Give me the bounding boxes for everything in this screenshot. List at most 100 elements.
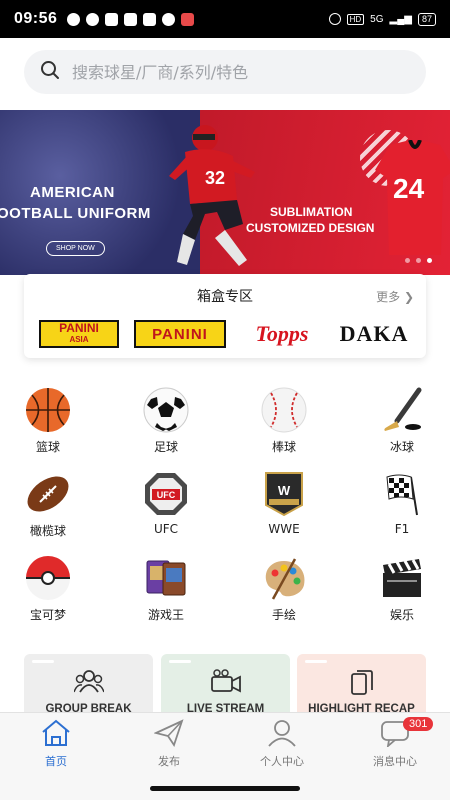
category-f1[interactable]: F1 [367, 471, 437, 536]
tab-label: 消息中心 [373, 755, 417, 768]
wifi-icon: ▂▄▆ [389, 13, 412, 25]
carousel-dot[interactable] [416, 258, 421, 263]
box-section-title: 箱盒专区 [197, 289, 253, 305]
location-icon [86, 12, 100, 26]
status-bar: 09:56 HD 5G ▂▄▆ 87 [0, 0, 450, 38]
status-time: 09:56 [14, 10, 58, 27]
category-label: 棒球 [271, 440, 296, 454]
soccer-ball-icon [143, 387, 189, 433]
shop-now-button[interactable]: SHOP NOW [46, 241, 105, 256]
category-american-football[interactable]: 橄榄球 [13, 471, 83, 539]
wwe-logo-icon: W [261, 471, 307, 517]
checkered-flag-icon [379, 471, 425, 517]
clapperboard-icon [379, 555, 425, 601]
brand-topps[interactable]: Topps [252, 320, 312, 348]
brand-panini[interactable]: PANINI [134, 320, 226, 348]
trading-cards-icon [143, 555, 189, 601]
image-icon [124, 12, 138, 26]
category-label: 娱乐 [389, 608, 414, 622]
category-label: 游戏王 [147, 608, 184, 622]
category-hockey[interactable]: 冰球 [367, 387, 437, 455]
cards-icon [297, 668, 426, 700]
brand-name: Topps [255, 321, 309, 346]
hd-icon: HD [346, 13, 365, 25]
paint-palette-icon [261, 555, 307, 601]
message-icon [380, 721, 410, 751]
brand-daka[interactable]: DAKA [334, 320, 414, 348]
notification-icons [67, 12, 195, 26]
category-label: 足球 [153, 440, 178, 454]
brand-sub: ASIA [69, 335, 89, 344]
red-app-icon [181, 12, 195, 26]
category-entertainment[interactable]: 娱乐 [367, 555, 437, 623]
search-bar[interactable] [24, 50, 426, 94]
tab-profile[interactable]: 个人中心 [242, 719, 322, 769]
app-notification-icon [105, 12, 119, 26]
category-basketball[interactable]: 篮球 [13, 387, 83, 455]
category-label: 冰球 [389, 440, 414, 454]
carousel-indicator[interactable] [405, 258, 432, 263]
football-player-image: 32 [169, 125, 255, 266]
video-camera-icon [161, 668, 290, 700]
brand-panini-asia[interactable]: PANINI ASIA [39, 320, 119, 348]
tab-messages[interactable]: 301 消息中心 [355, 717, 435, 769]
brand-name: DAKA [339, 321, 409, 346]
box-section-card: 箱盒专区 更多 ❯ PANINI ASIA PANINI Topps DAKA [24, 274, 426, 358]
category-hand-drawn[interactable]: 手绘 [249, 555, 319, 623]
battery-indicator: 87 [417, 12, 436, 26]
home-icon [40, 719, 72, 751]
svg-text:UFC: UFC [157, 490, 176, 500]
svg-text:W: W [278, 483, 291, 498]
category-yugioh[interactable]: 游戏王 [131, 555, 201, 623]
banner-title-line1: AMERICAN [30, 184, 115, 201]
search-icon [40, 60, 60, 84]
group-icon [24, 668, 153, 700]
player-number: 32 [205, 168, 225, 188]
category-label: 手绘 [271, 608, 296, 622]
banner-subtitle-line2: CUSTOMIZED DESIGN [246, 221, 375, 235]
jersey-image: 24 [375, 140, 450, 255]
home-indicator[interactable] [150, 786, 300, 791]
banner-title-line2: OOTBALL UNIFORM [0, 205, 151, 222]
card-accent-bar [169, 660, 191, 663]
paper-plane-icon [153, 719, 184, 751]
category-soccer[interactable]: 足球 [131, 387, 201, 455]
more-link[interactable]: 更多 ❯ [376, 288, 414, 305]
brand-name: PANINI [59, 321, 99, 335]
pokeball-icon [25, 555, 71, 601]
hockey-stick-icon [379, 387, 425, 433]
signal-label: 5G [370, 13, 384, 25]
tab-publish[interactable]: 发布 [129, 719, 209, 769]
category-label: 宝可梦 [29, 608, 66, 622]
system-indicators: HD 5G ▂▄▆ 87 [328, 12, 436, 26]
baseball-icon [261, 387, 307, 433]
category-baseball[interactable]: 棒球 [249, 387, 319, 455]
ufc-octagon-icon: UFC [143, 471, 189, 517]
play-icon [143, 12, 157, 26]
banner-subtitle-line1: SUBLIMATION [270, 205, 353, 219]
app-badge-icon [162, 12, 176, 26]
carousel-dot-active[interactable] [427, 258, 432, 263]
category-label: 篮球 [35, 440, 60, 454]
category-label: WWE [268, 522, 300, 536]
card-accent-bar [32, 660, 54, 663]
user-icon [267, 720, 297, 751]
promo-banner[interactable]: AMERICAN OOTBALL UNIFORM SHOP NOW 32 24 … [0, 110, 450, 275]
brand-name: PANINI [152, 325, 208, 343]
category-pokemon[interactable]: 宝可梦 [13, 555, 83, 623]
category-label: 橄榄球 [29, 524, 66, 538]
alarm-icon [328, 13, 341, 25]
q-app-icon [67, 12, 81, 26]
category-ufc[interactable]: UFC UFC [131, 471, 201, 536]
tab-home[interactable]: 首页 [16, 719, 96, 769]
category-wwe[interactable]: W WWE [249, 471, 319, 536]
chevron-right-icon: ❯ [403, 290, 414, 304]
jersey-number: 24 [393, 173, 425, 204]
search-input[interactable] [72, 62, 392, 82]
american-football-icon [25, 471, 71, 517]
card-accent-bar [305, 660, 327, 663]
basketball-icon [25, 387, 71, 433]
carousel-dot[interactable] [405, 258, 410, 263]
tab-label: 发布 [158, 755, 180, 768]
tab-label: 个人中心 [260, 755, 304, 768]
